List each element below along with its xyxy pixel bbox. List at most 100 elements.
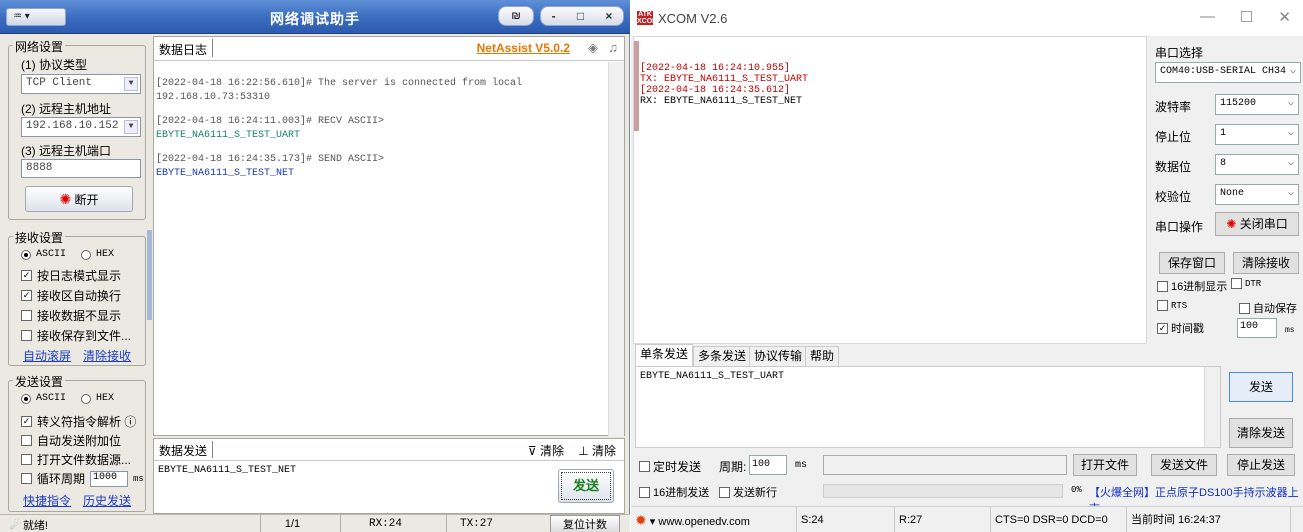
recv-count: R:27 <box>895 507 991 532</box>
chevron-down-icon: ⌵ <box>1287 158 1294 169</box>
port-select[interactable]: COM40:USB-SERIAL CH34 ⌵ <box>1155 62 1301 83</box>
bell-icon[interactable]: ♫ <box>608 40 618 55</box>
tab-single-send[interactable]: 单条发送 <box>635 344 694 366</box>
maximize-button[interactable]: □ <box>577 9 584 23</box>
file-path-field[interactable] <box>823 455 1067 475</box>
save-window-button[interactable]: 保存窗口 <box>1159 252 1225 274</box>
hex-radio[interactable] <box>81 249 92 260</box>
receive-area[interactable]: [2022-04-18 16:24:10.955] TX: EBYTE_NA61… <box>633 36 1147 344</box>
recv-opt-save-file[interactable]: 接收保存到文件... <box>21 327 131 344</box>
recv-opt-log-mode[interactable]: ✓ 按日志模式显示 <box>21 267 121 284</box>
send-opt-cycle[interactable]: 循环周期 1000 ms <box>21 470 144 487</box>
checkbox[interactable] <box>1231 278 1242 289</box>
desktop: ♒ ▾ 网络调试助手 ₪ - □ × 网络设置 (1) 协议类型 TCP Cli… <box>0 0 1303 532</box>
minimize-button[interactable]: - <box>552 9 556 23</box>
hex-radio[interactable] <box>81 393 92 404</box>
send-newline-check[interactable]: 发送新行 <box>719 484 777 500</box>
netassist-titlebar[interactable]: ♒ ▾ 网络调试助手 ₪ - □ × <box>0 0 630 34</box>
close-port-button[interactable]: ✺ 关闭串口 <box>1215 212 1299 236</box>
log-area[interactable]: [2022-04-18 16:22:56.610]# The server is… <box>156 77 606 181</box>
close-button[interactable]: × <box>605 9 612 23</box>
checkbox[interactable]: ✓ <box>1157 322 1168 334</box>
checkbox[interactable] <box>21 473 32 484</box>
send-title: 数据发送 <box>159 444 208 458</box>
version-link[interactable]: NetAssist V5.0.2 <box>477 41 570 55</box>
ascii-radio[interactable] <box>21 393 31 404</box>
log-scrollbar[interactable] <box>608 62 624 436</box>
databits-select[interactable]: 8 ⌵ <box>1215 154 1299 175</box>
checkbox[interactable] <box>1239 302 1250 314</box>
pin-icon[interactable]: ₪ <box>498 6 534 26</box>
minimize-button[interactable]: — <box>1200 8 1215 25</box>
hex-display-check[interactable]: 16进制显示 <box>1157 278 1227 294</box>
send-scrollbar[interactable] <box>1204 367 1220 447</box>
stop-send-button[interactable]: 停止发送 <box>1227 454 1295 476</box>
tab-help[interactable]: 帮助 <box>805 346 840 366</box>
collapse-handle[interactable] <box>147 230 152 320</box>
diamond-icon[interactable]: ◈ <box>588 40 598 56</box>
checkbox[interactable] <box>639 486 650 498</box>
open-file-button[interactable]: 打开文件 <box>1073 454 1137 476</box>
clear-recv-link[interactable]: 清除接收 <box>83 347 131 364</box>
clear-send-2[interactable]: ⊥ 清除 <box>578 442 616 459</box>
close-button[interactable]: ✕ <box>1278 8 1291 26</box>
send-file-button[interactable]: 发送文件 <box>1151 454 1217 476</box>
hex-send-check[interactable]: 16进制发送 <box>639 484 709 500</box>
ascii-radio[interactable] <box>21 249 31 260</box>
recv-opt-autowrap[interactable]: ✓ 接收区自动换行 <box>21 287 121 304</box>
shortcut-link[interactable]: 快捷指令 <box>23 492 71 509</box>
checkbox[interactable] <box>21 435 32 446</box>
checkbox[interactable] <box>21 310 32 321</box>
checkbox[interactable] <box>1157 280 1168 292</box>
send-panel: 数据发送 ⊽ 清除 ⊥ 清除 EBYTE_NA6111_S_TEST_NET 发… <box>153 438 625 514</box>
tab-multi-send[interactable]: 多条发送 <box>693 346 752 366</box>
checkbox[interactable] <box>1157 300 1168 311</box>
recv-opt-hide[interactable]: 接收数据不显示 <box>21 307 121 324</box>
clear-recv-button[interactable]: 清除接收 <box>1233 252 1299 274</box>
send-textarea[interactable]: EBYTE_NA6111_S_TEST_UART <box>635 366 1221 448</box>
port-input[interactable]: 8888 <box>21 159 141 178</box>
disconnect-button[interactable]: ✺ 断开 <box>25 186 133 212</box>
checkbox[interactable]: ✓ <box>21 270 32 281</box>
checkbox[interactable] <box>21 454 32 465</box>
tab-protocol[interactable]: 协议传输 <box>749 346 808 366</box>
autoscroll-link[interactable]: 自动滚屏 <box>23 347 71 364</box>
timestamp-check[interactable]: ✓ 时间戳 <box>1157 320 1204 336</box>
checkbox[interactable] <box>639 461 650 472</box>
send-settings-group: 发送设置 ASCII HEX ✓ 转义符指令解析 ⓘ 自动发送附加位 打开文件数据… <box>8 373 146 512</box>
rts-check[interactable]: RTS <box>1157 300 1187 311</box>
xcom-titlebar[interactable]: ATK XCOM XCOM V2.6 — ☐ ✕ <box>631 0 1303 36</box>
send-textarea[interactable]: EBYTE_NA6111_S_TEST_NET <box>158 465 296 476</box>
dtr-check[interactable]: DTR <box>1231 278 1261 289</box>
timestamp-input[interactable]: 100 <box>1237 318 1277 338</box>
checkbox[interactable] <box>719 486 730 498</box>
send-opt-append[interactable]: 自动发送附加位 <box>21 432 121 449</box>
protocol-select[interactable]: TCP Client ▼ <box>21 74 141 94</box>
checkbox[interactable]: ✓ <box>21 416 32 427</box>
maximize-button[interactable]: ☐ <box>1240 8 1253 26</box>
app-logo: ATK XCOM <box>637 11 658 25</box>
log-title: 数据日志 <box>159 43 208 57</box>
baud-select[interactable]: 115200 ⌵ <box>1215 94 1299 115</box>
checkbox[interactable] <box>21 330 32 341</box>
stop-select[interactable]: 1 ⌵ <box>1215 124 1299 145</box>
timed-send-check[interactable]: 定时发送 <box>639 458 701 475</box>
recv-mode-radios: ASCII HEX <box>21 249 114 260</box>
host-select[interactable]: 192.168.10.152 ▼ <box>21 117 141 137</box>
send-button[interactable]: 发送 <box>1229 372 1293 402</box>
send-opt-file-source[interactable]: 打开文件数据源... <box>21 451 131 468</box>
parity-select[interactable]: None ⌵ <box>1215 184 1299 205</box>
period-input[interactable]: 100 <box>749 455 787 475</box>
send-opt-escape[interactable]: ✓ 转义符指令解析 ⓘ <box>21 413 136 430</box>
recv-line: [2022-04-18 16:24:10.955] <box>640 63 791 74</box>
auto-save-check[interactable]: 自动保存 <box>1239 300 1297 316</box>
clear-send-button[interactable]: 清除发送 <box>1229 418 1293 448</box>
cycle-input[interactable]: 1000 <box>90 470 129 487</box>
clear-send-1[interactable]: ⊽ 清除 <box>528 442 564 459</box>
checkbox[interactable]: ✓ <box>21 290 32 301</box>
history-link[interactable]: 历史发送 <box>83 492 131 509</box>
website-link[interactable]: ✹ ▾ www.openedv.com <box>631 507 797 532</box>
send-button[interactable]: 发送 <box>558 469 614 503</box>
status-bar: ☄ 就绪! 1/1 RX:24 TX:27 复位计数 <box>0 514 630 532</box>
reset-count-button[interactable]: 复位计数 <box>550 515 620 532</box>
